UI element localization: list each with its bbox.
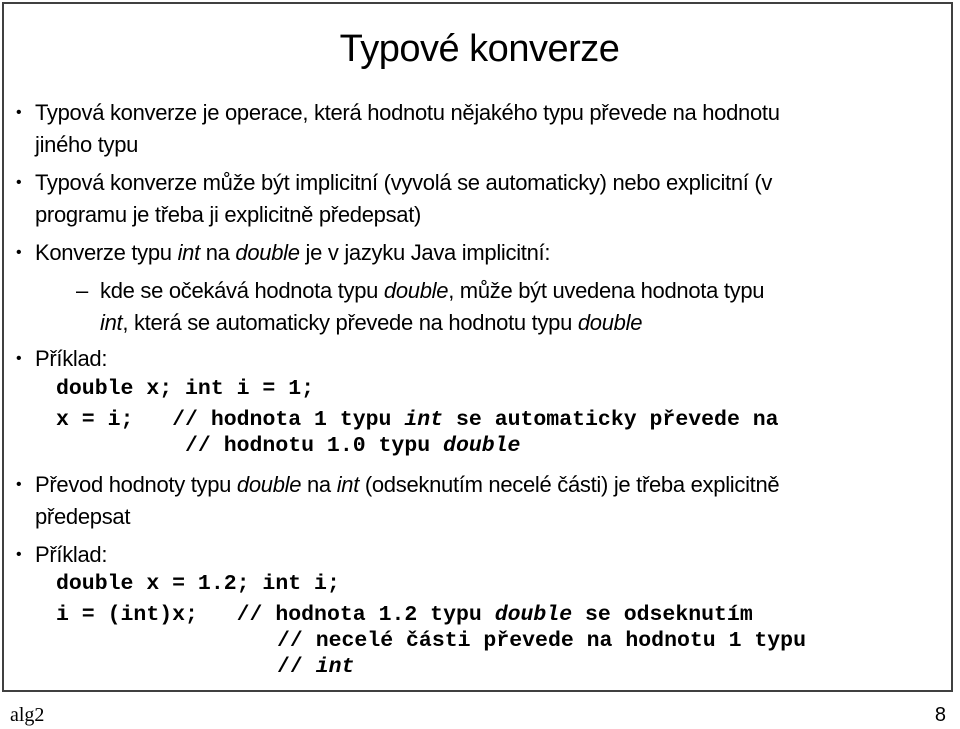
text: Převod hodnoty typu bbox=[35, 472, 237, 497]
sub-bullet-text-line: kde se očekává hodnota typu double, může… bbox=[100, 276, 765, 306]
emphasis-text: int bbox=[100, 310, 123, 335]
code-line: double x; int i = 1; bbox=[56, 377, 315, 401]
emphasis-text: int bbox=[336, 472, 360, 497]
code-comment: // hodnota 1 typu bbox=[172, 408, 405, 432]
code-comment: // hodnotu 1.0 typu bbox=[185, 434, 444, 458]
code-line: // necelé části převede na hodnotu 1 typ… bbox=[277, 629, 806, 653]
text: Konverze typu bbox=[35, 240, 178, 265]
bullet-icon: • bbox=[16, 350, 22, 367]
dash-icon: – bbox=[76, 278, 88, 303]
code-line: double x = 1.2; int i; bbox=[56, 572, 340, 596]
bullet-text-line: programu je třeba ji explicitně předepsa… bbox=[35, 202, 422, 227]
code-line: // int bbox=[277, 654, 354, 680]
page-number: 8 bbox=[934, 704, 946, 726]
code-statement: x = i; bbox=[56, 408, 173, 432]
text: , může být uvedena hodnota typu bbox=[448, 278, 765, 303]
example-label: Příklad: bbox=[35, 346, 108, 371]
bullet-text-line: jiného typu bbox=[35, 132, 139, 157]
code-comment: se automaticky převede na bbox=[443, 408, 779, 432]
code-comment-emphasis: int bbox=[404, 408, 444, 432]
bullet-text-line: předepsat bbox=[35, 504, 131, 529]
bullet-icon: • bbox=[16, 174, 22, 191]
text: na bbox=[199, 240, 236, 265]
code-comment: se odseknutím bbox=[572, 603, 753, 627]
emphasis-text: int bbox=[177, 240, 201, 265]
emphasis-text: double bbox=[236, 472, 302, 497]
text: kde se očekává hodnota typu bbox=[100, 278, 384, 303]
code-statement: i = (int)x; bbox=[56, 603, 237, 627]
text: (odseknutím necelé části) je třeba expli… bbox=[359, 472, 780, 497]
text: , která se automaticky převede na hodnot… bbox=[122, 310, 578, 335]
emphasis-text: double bbox=[235, 240, 300, 265]
bullet-icon: • bbox=[16, 104, 22, 121]
bullet-icon: • bbox=[16, 244, 22, 261]
bullet-text-line: Typová konverze může být implicitní (vyv… bbox=[35, 170, 773, 195]
footer-course-label: alg2 bbox=[10, 704, 45, 726]
emphasis-text: double bbox=[577, 310, 643, 335]
bullet-text-line: Konverze typu int na double je v jazyku … bbox=[35, 238, 550, 268]
sub-bullet-text-line: int, která se automaticky převede na hod… bbox=[100, 308, 642, 338]
text: na bbox=[301, 472, 337, 497]
bullet-icon: • bbox=[16, 476, 22, 493]
code-comment-emphasis: double bbox=[494, 603, 573, 627]
code-comment-emphasis: int bbox=[315, 655, 355, 679]
slide-frame: Typové konverze • Typová konverze je ope… bbox=[2, 2, 953, 692]
example-label: Příklad: bbox=[35, 542, 108, 567]
emphasis-text: double bbox=[383, 278, 449, 303]
code-comment: // hodnota 1.2 typu bbox=[236, 603, 495, 627]
code-line: i = (int)x; // hodnota 1.2 typu double s… bbox=[56, 602, 753, 628]
code-comment: // bbox=[277, 655, 316, 679]
code-line: x = i; // hodnota 1 typu int se automati… bbox=[56, 407, 779, 433]
bullet-text-line: Typová konverze je operace, která hodnot… bbox=[35, 100, 780, 125]
bullet-icon: • bbox=[16, 546, 22, 563]
slide-title: Typové konverze bbox=[339, 28, 620, 70]
code-comment-emphasis: double bbox=[443, 434, 521, 458]
text: je v jazyku Java implicitní: bbox=[299, 240, 551, 265]
bullet-text-line: Převod hodnoty typu double na int (odsek… bbox=[35, 470, 780, 500]
code-line: // hodnotu 1.0 typu double bbox=[185, 433, 520, 459]
